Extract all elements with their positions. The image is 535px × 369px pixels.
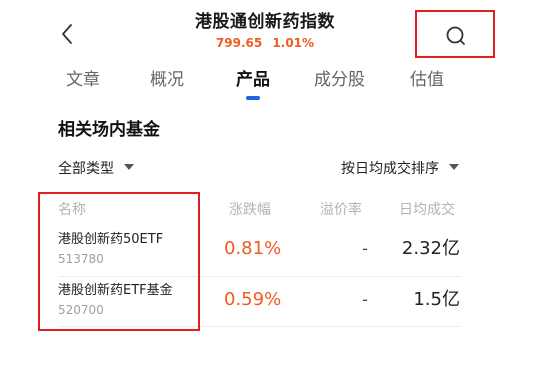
fund-premium: - xyxy=(362,290,368,309)
row-divider xyxy=(58,326,461,327)
index-quote: 799.65 1.01% xyxy=(150,35,380,51)
header-title-block: 港股通创新药指数 799.65 1.01% xyxy=(150,10,380,51)
sort-dropdown[interactable]: 按日均成交排序 xyxy=(341,158,459,180)
fund-change: 0.81% xyxy=(224,238,282,259)
chevron-left-icon xyxy=(62,24,72,44)
tab-products[interactable]: 产品 xyxy=(236,68,270,92)
type-filter-label: 全部类型 xyxy=(58,161,114,177)
caret-down-icon xyxy=(449,164,459,170)
fund-code: 520700 xyxy=(58,303,104,317)
fund-turnover: 1.5亿 xyxy=(413,289,460,310)
fund-turnover: 2.32亿 xyxy=(401,238,460,259)
tab-constituents[interactable]: 成分股 xyxy=(314,68,365,92)
tab-overview[interactable]: 概况 xyxy=(150,68,184,92)
caret-down-icon xyxy=(124,164,134,170)
column-header-change: 涨跌幅 xyxy=(229,202,271,218)
active-tab-indicator xyxy=(246,96,260,100)
fund-premium: - xyxy=(362,239,368,258)
search-button[interactable] xyxy=(415,10,495,58)
section-title: 相关场内基金 xyxy=(58,120,160,140)
sort-label: 按日均成交排序 xyxy=(341,161,439,177)
fund-name: 港股创新药ETF基金 xyxy=(58,283,173,298)
search-icon xyxy=(446,26,465,45)
page-title: 港股通创新药指数 xyxy=(195,12,335,32)
index-price: 799.65 xyxy=(215,36,263,50)
index-change-pct: 1.01% xyxy=(272,36,315,50)
row-divider xyxy=(58,276,461,277)
column-header-name: 名称 xyxy=(58,202,86,218)
tab-articles[interactable]: 文章 xyxy=(66,68,100,92)
fund-code: 513780 xyxy=(58,252,104,266)
tab-valuation[interactable]: 估值 xyxy=(410,68,444,92)
type-filter-dropdown[interactable]: 全部类型 xyxy=(58,158,134,180)
back-button[interactable] xyxy=(50,16,86,52)
column-header-turnover: 日均成交 xyxy=(399,202,455,218)
fund-name: 港股创新药50ETF xyxy=(58,232,164,247)
fund-change: 0.59% xyxy=(224,289,282,310)
column-header-premium: 溢价率 xyxy=(320,202,362,218)
